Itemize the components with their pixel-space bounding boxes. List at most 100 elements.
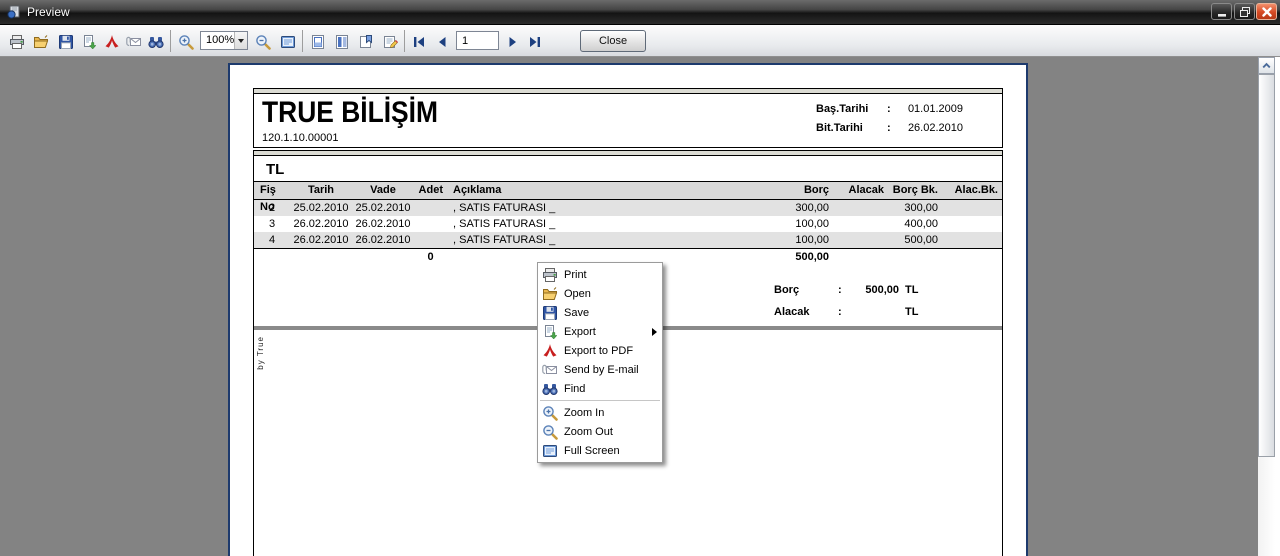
zoom-in-button[interactable] <box>177 33 195 51</box>
page-layout-button[interactable] <box>333 33 351 51</box>
watermark-text: by True <box>256 336 265 370</box>
start-date-colon: : <box>887 103 891 115</box>
cell-alac-bk <box>942 200 1002 216</box>
menu-item-label: Print <box>564 269 587 281</box>
save-button[interactable] <box>57 33 75 51</box>
email-icon <box>126 34 142 50</box>
last-page-button[interactable] <box>526 33 544 51</box>
zoom-level-value: 100% <box>201 32 234 49</box>
close-window-button[interactable] <box>1256 3 1277 20</box>
menu-item-save[interactable]: Save <box>538 303 662 322</box>
total-adet: 0 <box>414 249 447 266</box>
currency-section-title: TL <box>266 156 284 183</box>
menu-item-zoom-out[interactable]: Zoom Out <box>538 422 662 441</box>
summary-alacak-colon: : <box>838 306 842 318</box>
close-preview-button[interactable]: Close <box>580 30 646 52</box>
zoom-out-button[interactable] <box>254 33 272 51</box>
export-pdf-button[interactable] <box>103 33 121 51</box>
menu-item-full-screen[interactable]: Full Screen <box>538 441 662 460</box>
app-preview-icon <box>6 4 22 20</box>
chevron-up-icon <box>1259 58 1274 74</box>
restore-icon <box>1239 6 1251 18</box>
cell-tarih: 26.02.2010 <box>290 216 352 232</box>
cell-adet <box>414 200 447 216</box>
print-button[interactable] <box>8 33 26 51</box>
menu-item-zoom-in[interactable]: Zoom In <box>538 403 662 422</box>
menu-item-export[interactable]: Export <box>538 322 662 341</box>
title-bar: Preview <box>0 0 1280 25</box>
menu-item-send-by-email[interactable]: Send by E-mail <box>538 360 662 379</box>
cell-adet <box>414 232 447 248</box>
first-page-button[interactable] <box>410 33 428 51</box>
account-code: 120.1.10.00001 <box>262 132 338 144</box>
prev-page-button[interactable] <box>433 33 451 51</box>
restore-button[interactable] <box>1234 3 1255 20</box>
export-button[interactable] <box>80 33 98 51</box>
context-menu: Print Open Save Export Export to PDF Sen… <box>537 262 663 463</box>
cell-borc-bk: 400,00 <box>888 216 942 232</box>
page-margins-button[interactable] <box>309 33 327 51</box>
menu-item-label: Open <box>564 288 591 300</box>
cell-alac-bk <box>942 232 1002 248</box>
cell-borc: 300,00 <box>769 200 833 216</box>
close-icon <box>1261 6 1273 18</box>
find-button[interactable] <box>147 33 165 51</box>
summary-borc-unit: TL <box>905 284 918 296</box>
full-screen-icon <box>280 34 296 50</box>
window-title: Preview <box>27 5 70 19</box>
scrollbar-thumb[interactable] <box>1258 74 1275 457</box>
menu-item-open[interactable]: Open <box>538 284 662 303</box>
cell-vade: 26.02.2010 <box>352 216 414 232</box>
page-lines-icon <box>334 34 350 50</box>
send-email-button[interactable] <box>125 33 143 51</box>
summary-borc-value: 500,00 <box>839 284 899 296</box>
summary-alacak-label: Alacak <box>774 306 809 318</box>
open-folder-icon <box>33 34 49 50</box>
save-icon <box>542 305 558 321</box>
combo-dropdown-button[interactable] <box>234 32 247 49</box>
menu-item-label: Zoom In <box>564 407 604 419</box>
last-page-icon <box>527 34 543 50</box>
cell-alacak <box>833 216 888 232</box>
menu-item-find[interactable]: Find <box>538 379 662 398</box>
currency-section-row: TL <box>254 156 1002 182</box>
menu-item-label: Export <box>564 326 596 338</box>
vertical-scrollbar[interactable] <box>1258 57 1275 556</box>
end-date-value: 26.02.2010 <box>903 122 963 134</box>
table-row: 3 26.02.2010 26.02.2010 , SATIS FATURASI… <box>254 216 1002 232</box>
page-number-input[interactable] <box>456 31 499 50</box>
summary-borc-label: Borç <box>774 284 799 296</box>
open-button[interactable] <box>32 33 50 51</box>
cell-alac-bk <box>942 216 1002 232</box>
full-screen-icon <box>542 443 558 459</box>
total-borc: 500,00 <box>769 249 833 266</box>
cell-tarih: 26.02.2010 <box>290 232 352 248</box>
window-right-edge <box>1275 57 1280 556</box>
edit-page-button[interactable] <box>381 33 399 51</box>
menu-item-print[interactable]: Print <box>538 265 662 284</box>
scroll-up-button[interactable] <box>1258 57 1275 74</box>
full-screen-button[interactable] <box>279 33 297 51</box>
next-page-button[interactable] <box>504 33 522 51</box>
save-icon <box>58 34 74 50</box>
minimize-icon <box>1216 6 1228 18</box>
find-icon <box>148 34 164 50</box>
zoom-level-combo[interactable]: 100% <box>200 31 248 50</box>
email-icon <box>542 362 558 378</box>
chevron-down-icon <box>238 39 244 43</box>
open-folder-icon <box>542 286 558 302</box>
cell-aciklama: , SATIS FATURASI _ <box>447 200 769 216</box>
submenu-arrow-icon <box>652 328 657 336</box>
menu-item-label: Export to PDF <box>564 345 633 357</box>
start-date-label: Baş.Tarihi <box>816 103 868 115</box>
menu-item-label: Find <box>564 383 585 395</box>
minimize-button[interactable] <box>1211 3 1232 20</box>
menu-item-export-to-pdf[interactable]: Export to PDF <box>538 341 662 360</box>
report-header-box: TRUE BİLİŞİM 120.1.10.00001 Baş.Tarihi :… <box>253 88 1003 148</box>
menu-item-label: Save <box>564 307 589 319</box>
export-icon <box>542 324 558 340</box>
menu-separator <box>540 400 660 401</box>
menu-item-label: Zoom Out <box>564 426 613 438</box>
watermark-button[interactable] <box>357 33 375 51</box>
cell-tarih: 25.02.2010 <box>290 200 352 216</box>
